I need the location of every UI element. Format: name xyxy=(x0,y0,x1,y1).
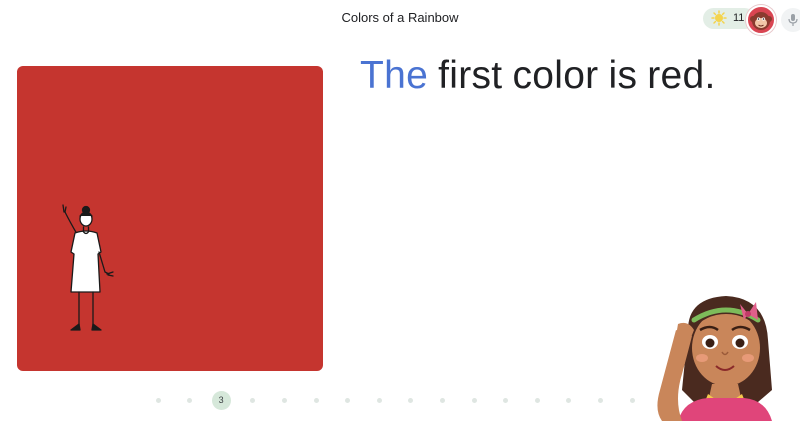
progress-dot[interactable] xyxy=(155,398,161,403)
progress-dot[interactable] xyxy=(503,398,509,403)
color-card xyxy=(17,66,323,371)
microphone-icon xyxy=(787,13,799,32)
woman-pointing-up-icon xyxy=(57,202,137,342)
progress-dot[interactable] xyxy=(250,398,256,403)
sentence-word[interactable]: color xyxy=(512,54,598,98)
lesson-sentence: The first color is red. xyxy=(360,54,716,98)
progress-dot[interactable] xyxy=(281,398,287,403)
microphone-button[interactable] xyxy=(781,8,800,32)
progress-dot[interactable] xyxy=(597,398,603,403)
monkey-avatar-icon[interactable] xyxy=(746,5,776,35)
star-icon xyxy=(711,10,727,31)
progress-dot[interactable] xyxy=(439,398,445,403)
progress-dot[interactable] xyxy=(629,398,635,403)
progress-dot[interactable] xyxy=(345,398,351,403)
progress-dot[interactable] xyxy=(534,398,540,403)
page-title: Colors of a Rainbow xyxy=(341,10,459,25)
girl-with-headband-icon xyxy=(648,290,798,426)
progress-dot[interactable] xyxy=(313,398,319,403)
progress-dot[interactable] xyxy=(187,398,193,403)
sentence-word[interactable]: first xyxy=(438,54,502,98)
progress-dot[interactable] xyxy=(471,398,477,403)
sentence-word-highlighted[interactable]: The xyxy=(360,54,428,98)
page-progress: 3 xyxy=(150,390,650,412)
progress-dot[interactable] xyxy=(376,398,382,403)
stars-count: 11 xyxy=(733,12,745,24)
sentence-word[interactable]: is xyxy=(608,54,637,98)
progress-dot[interactable] xyxy=(408,398,414,403)
progress-dot-current[interactable]: 3 xyxy=(211,391,231,410)
sentence-word[interactable]: red. xyxy=(647,54,715,98)
progress-dot[interactable] xyxy=(566,398,572,403)
